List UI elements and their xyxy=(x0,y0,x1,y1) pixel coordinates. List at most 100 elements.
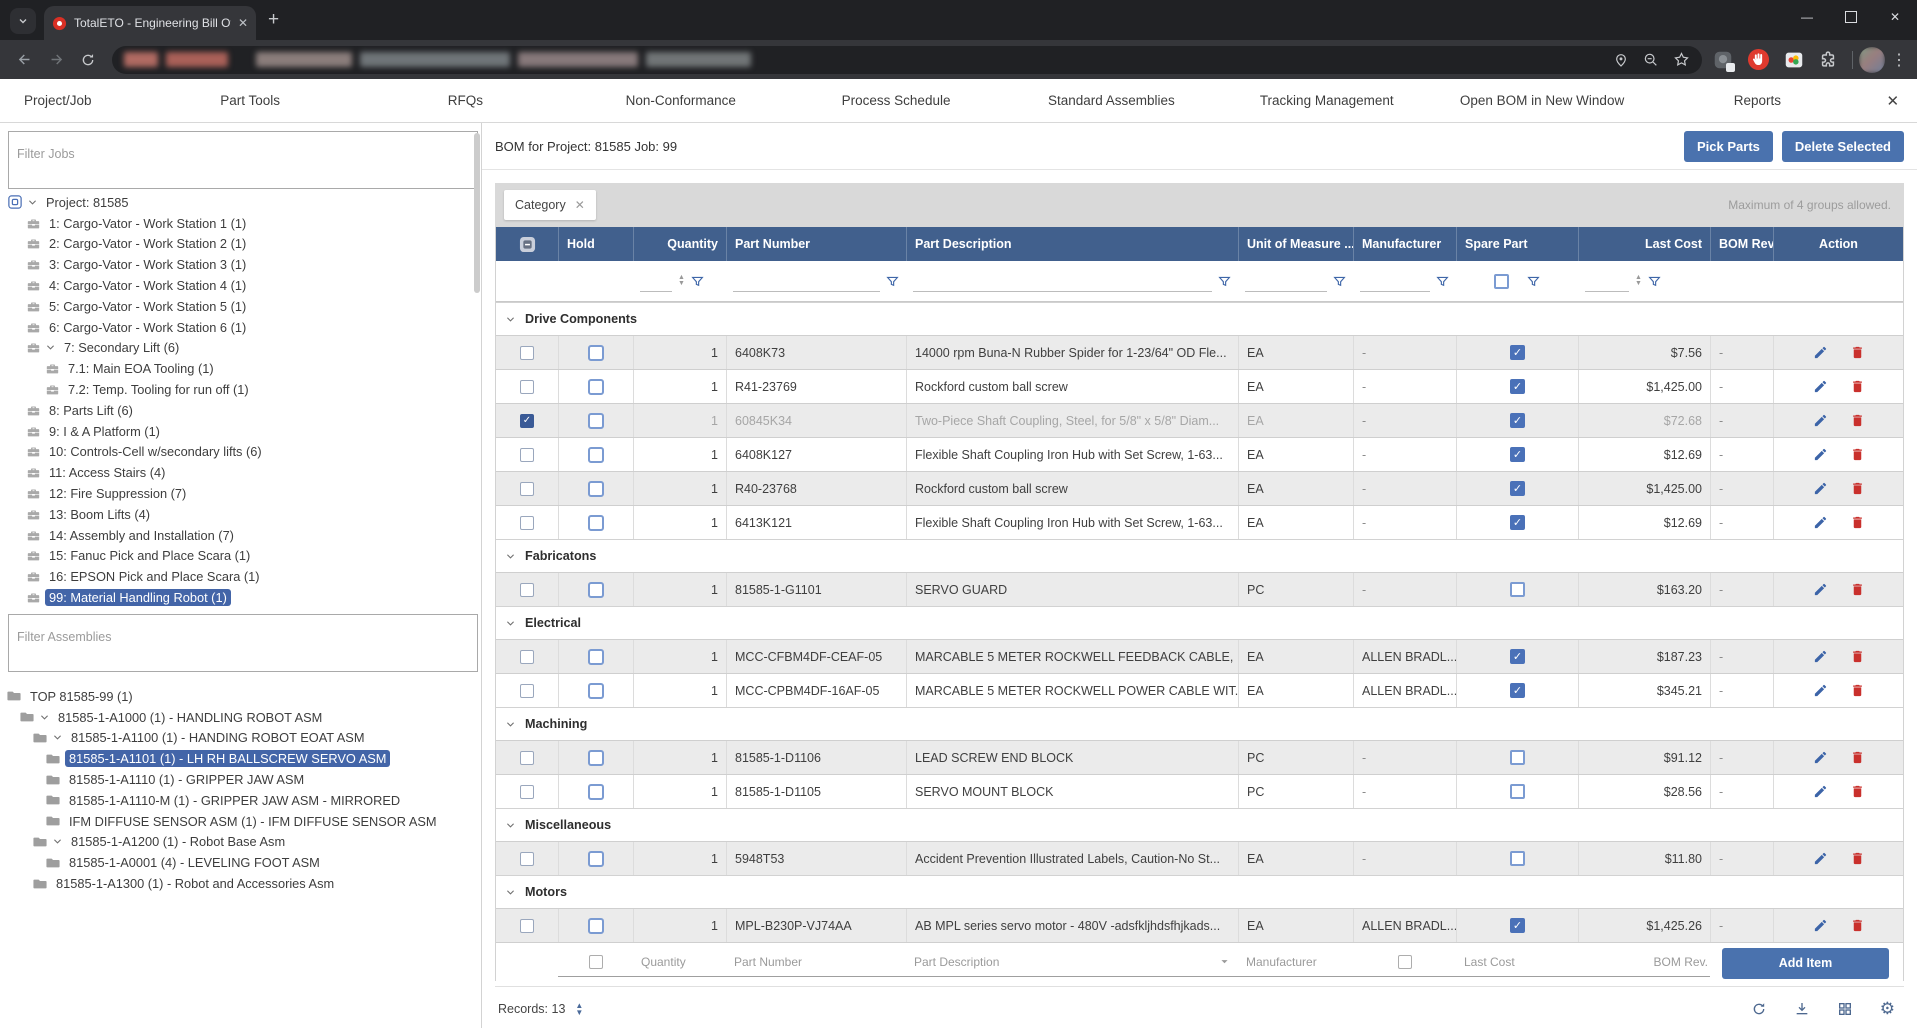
tree-item[interactable]: 5: Cargo-Vator - Work Station 5 (1) xyxy=(0,296,481,317)
table-row[interactable]: 181585-1-D1106LEAD SCREW END BLOCKPC-$91… xyxy=(496,740,1903,774)
delete-trash-icon[interactable] xyxy=(1850,784,1865,799)
hold-checkbox[interactable] xyxy=(588,918,604,934)
filter-input[interactable] xyxy=(640,270,672,292)
nav-item-reports[interactable]: Reports xyxy=(1650,93,1865,108)
delete-trash-icon[interactable] xyxy=(1850,481,1865,496)
tree-item[interactable]: 16: EPSON Pick and Place Scara (1) xyxy=(0,566,481,587)
header-cell-Quantity[interactable]: Quantity xyxy=(633,227,726,261)
table-row[interactable]: 1R40-23768Rockford custom ball screwEA-✓… xyxy=(496,471,1903,505)
tree-item[interactable]: 81585-1-A0001 (4) - LEVELING FOOT ASM xyxy=(0,852,481,873)
tree-item[interactable]: 14: Assembly and Installation (7) xyxy=(0,525,481,546)
address-bar[interactable] xyxy=(112,46,1702,74)
records-stepper[interactable]: ▲▼ xyxy=(575,1002,583,1016)
filter-spinner[interactable]: ▲▼ xyxy=(678,275,685,287)
tree-item[interactable]: 81585-1-A1110 (1) - GRIPPER JAW ASM xyxy=(0,769,481,790)
nav-item-standard-assemblies[interactable]: Standard Assemblies xyxy=(1004,93,1219,108)
tree-item[interactable]: 10: Controls-Cell w/secondary lifts (6) xyxy=(0,442,481,463)
spare-part-checkbox[interactable]: ✓ xyxy=(1510,379,1525,394)
delete-trash-icon[interactable] xyxy=(1850,582,1865,597)
hold-checkbox[interactable] xyxy=(588,515,604,531)
table-row[interactable]: 16413K121Flexible Shaft Coupling Iron Hu… xyxy=(496,505,1903,539)
nav-item-rfqs[interactable]: RFQs xyxy=(358,93,573,108)
delete-trash-icon[interactable] xyxy=(1850,345,1865,360)
filter-input[interactable] xyxy=(733,270,880,292)
group-header[interactable]: Miscellaneous xyxy=(496,808,1903,841)
group-header[interactable]: Drive Components xyxy=(496,302,1903,335)
delete-trash-icon[interactable] xyxy=(1850,918,1865,933)
row-select-checkbox[interactable] xyxy=(520,448,534,462)
forward-button[interactable] xyxy=(42,46,70,74)
edit-pencil-icon[interactable] xyxy=(1813,481,1828,496)
spare-part-checkbox[interactable] xyxy=(1510,784,1525,799)
hold-checkbox[interactable] xyxy=(588,683,604,699)
edit-pencil-icon[interactable] xyxy=(1813,683,1828,698)
spare-part-checkbox[interactable]: ✓ xyxy=(1510,447,1525,462)
spare-part-checkbox[interactable] xyxy=(1510,851,1525,866)
row-select-checkbox[interactable] xyxy=(520,650,534,664)
filter-input[interactable] xyxy=(913,270,1212,292)
hold-checkbox[interactable] xyxy=(588,784,604,800)
tree-item[interactable]: 7.1: Main EOA Tooling (1) xyxy=(0,358,481,379)
hold-checkbox[interactable] xyxy=(588,750,604,766)
nav-item-part-tools[interactable]: Part Tools xyxy=(142,93,357,108)
spare-part-checkbox[interactable]: ✓ xyxy=(1510,413,1525,428)
hold-checkbox[interactable] xyxy=(588,413,604,429)
tree-item[interactable]: 1: Cargo-Vator - Work Station 1 (1) xyxy=(0,213,481,234)
row-select-checkbox[interactable] xyxy=(520,751,534,765)
spare-filter-checkbox[interactable] xyxy=(1494,274,1509,289)
reload-button[interactable] xyxy=(74,46,102,74)
filter-input[interactable] xyxy=(1360,270,1430,292)
filter-input[interactable] xyxy=(1585,270,1629,292)
group-header[interactable]: Machining xyxy=(496,707,1903,740)
hold-checkbox[interactable] xyxy=(588,379,604,395)
adblock-hand-icon[interactable] xyxy=(1747,48,1770,71)
header-cell-Part Description[interactable]: Part Description xyxy=(906,227,1238,261)
row-select-checkbox[interactable] xyxy=(520,482,534,496)
spare-part-checkbox[interactable]: ✓ xyxy=(1510,683,1525,698)
pick-parts-button[interactable]: Pick Parts xyxy=(1684,131,1773,162)
table-row[interactable]: 16408K7314000 rpm Buna-N Rubber Spider f… xyxy=(496,335,1903,369)
extensions-puzzle-icon[interactable] xyxy=(1818,50,1838,70)
hold-checkbox[interactable] xyxy=(588,345,604,361)
header-cell-BOM Rev.[interactable]: BOM Rev. xyxy=(1710,227,1773,261)
row-select-checkbox[interactable] xyxy=(520,583,534,597)
profile-avatar[interactable] xyxy=(1859,47,1885,73)
spare-part-checkbox[interactable]: ✓ xyxy=(1510,918,1525,933)
group-header[interactable]: Motors xyxy=(496,875,1903,908)
tree-item[interactable]: 2: Cargo-Vator - Work Station 2 (1) xyxy=(0,234,481,255)
edit-pencil-icon[interactable] xyxy=(1813,515,1828,530)
header-cell-Spare Part[interactable]: Spare Part xyxy=(1456,227,1578,261)
tree-item[interactable]: IFM DIFFUSE SENSOR ASM (1) - IFM DIFFUSE… xyxy=(0,811,481,832)
tree-item[interactable]: Project: 81585 xyxy=(0,192,481,213)
nav-item-project-job[interactable]: Project/Job xyxy=(18,93,142,108)
delete-trash-icon[interactable] xyxy=(1850,515,1865,530)
nav-item-non-conformance[interactable]: Non-Conformance xyxy=(573,93,788,108)
filter-spinner[interactable]: ▲▼ xyxy=(1635,275,1642,287)
tree-item[interactable]: 15: Fanuc Pick and Place Scara (1) xyxy=(0,546,481,567)
tree-item[interactable]: 4: Cargo-Vator - Work Station 4 (1) xyxy=(0,275,481,296)
location-pin-icon[interactable] xyxy=(1613,52,1629,68)
nav-item-tracking-management[interactable]: Tracking Management xyxy=(1219,93,1434,108)
row-select-checkbox[interactable] xyxy=(520,346,534,360)
tree-item[interactable]: 12: Fire Suppression (7) xyxy=(0,483,481,504)
header-cell-Manufacturer[interactable]: Manufacturer xyxy=(1353,227,1456,261)
spare-part-checkbox[interactable]: ✓ xyxy=(1510,649,1525,664)
refresh-icon[interactable] xyxy=(1751,1001,1767,1017)
tree-item[interactable]: 8: Parts Lift (6) xyxy=(0,400,481,421)
tree-item[interactable]: 7: Secondary Lift (6) xyxy=(0,338,481,359)
nav-close-icon[interactable]: ✕ xyxy=(1865,92,1899,110)
hold-checkbox[interactable] xyxy=(588,582,604,598)
header-cell-Action[interactable]: Action xyxy=(1773,227,1903,261)
tree-item[interactable]: 13: Boom Lifts (4) xyxy=(0,504,481,525)
edit-pencil-icon[interactable] xyxy=(1813,851,1828,866)
export-download-icon[interactable] xyxy=(1794,1001,1810,1017)
tab-close-icon[interactable]: ✕ xyxy=(238,16,248,30)
edit-pencil-icon[interactable] xyxy=(1813,379,1828,394)
hold-checkbox[interactable] xyxy=(588,649,604,665)
hold-checkbox[interactable] xyxy=(588,851,604,867)
delete-trash-icon[interactable] xyxy=(1850,379,1865,394)
tab-search-button[interactable] xyxy=(10,8,36,34)
delete-trash-icon[interactable] xyxy=(1850,750,1865,765)
add-spare-checkbox[interactable] xyxy=(1398,955,1412,969)
browser-tab[interactable]: TotalETO - Engineering Bill Of M ✕ xyxy=(44,6,256,40)
